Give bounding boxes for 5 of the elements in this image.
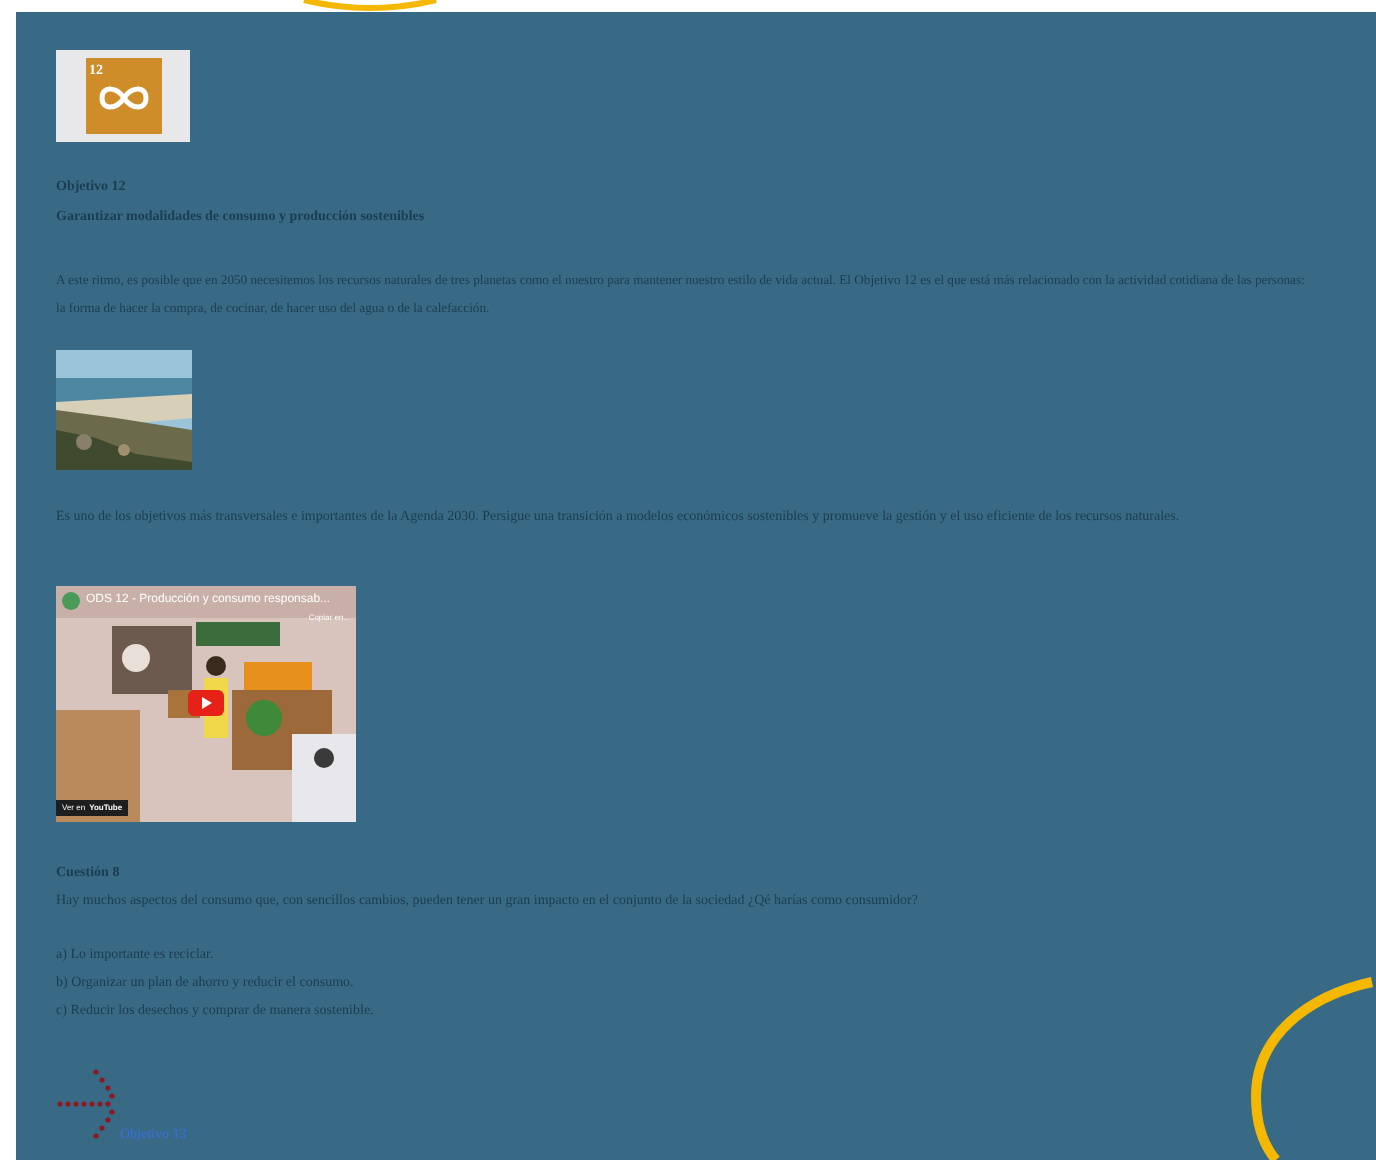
channel-logo-icon (62, 592, 80, 610)
infinity-icon (97, 84, 149, 112)
play-icon[interactable] (188, 690, 224, 716)
top-arc-decoration (300, 0, 440, 12)
arrow-icon (56, 1068, 120, 1140)
